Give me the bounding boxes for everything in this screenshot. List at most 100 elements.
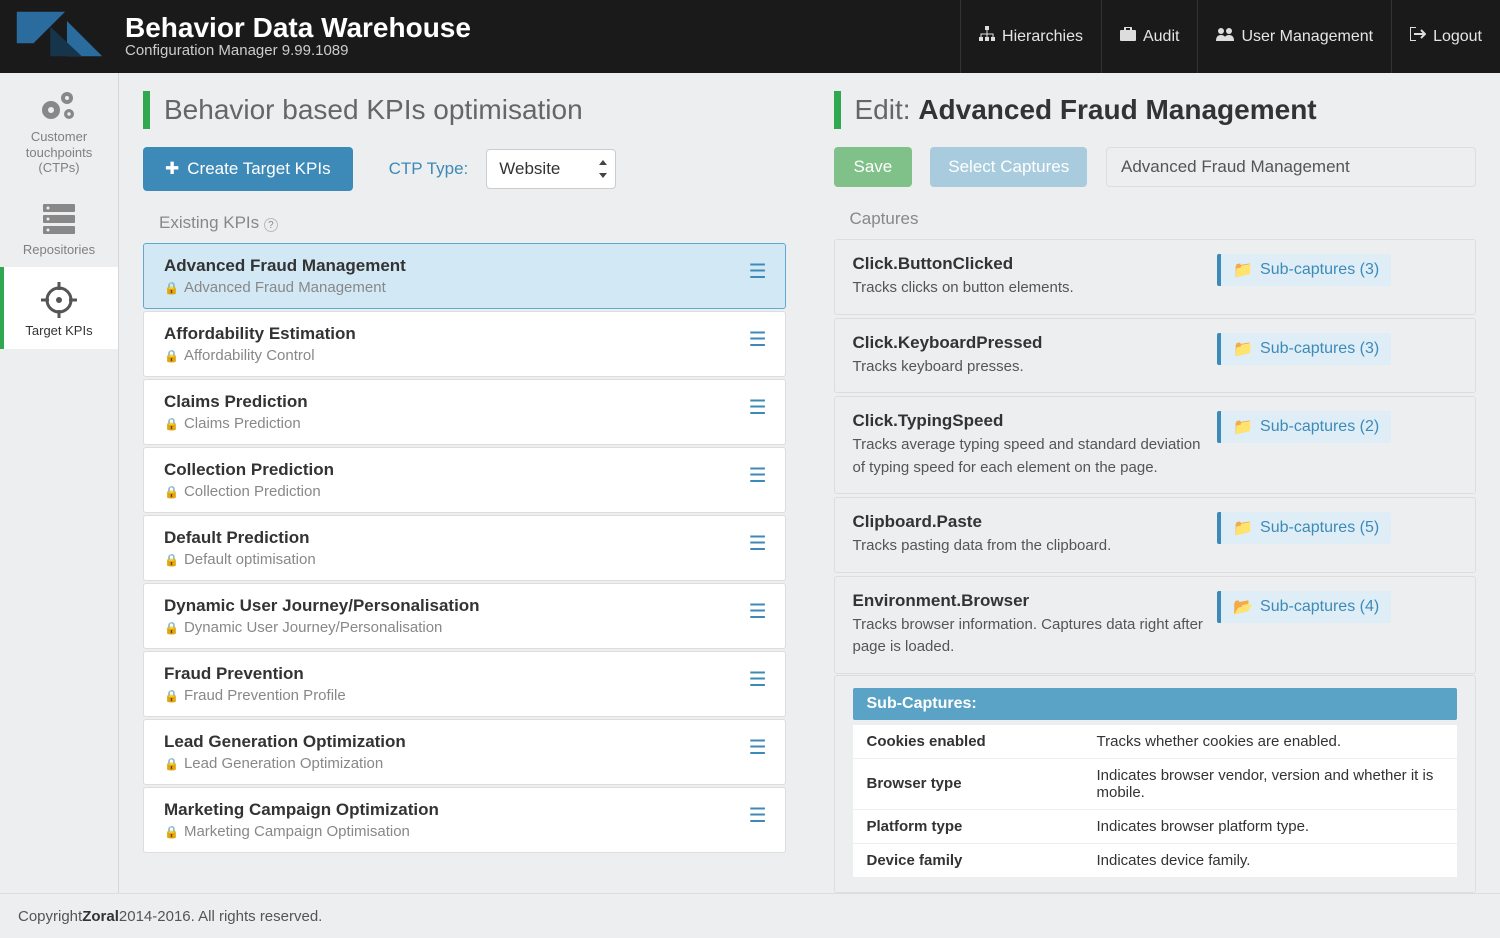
kpi-subtitle: 🔒 Collection Prediction [164,483,749,500]
subcapture-row: Platform typeIndicates browser platform … [853,810,1458,843]
accent-bar [834,91,841,129]
capture-item: Click.ButtonClickedTracks clicks on butt… [834,239,1477,315]
kpi-name: Default Prediction [164,528,749,548]
select-captures-button[interactable]: Select Captures [930,147,1087,187]
nav-user-management[interactable]: User Management [1197,0,1391,73]
lock-icon: 🔒 [164,757,179,771]
kpi-subtitle: 🔒 Fraud Prevention Profile [164,687,749,704]
app-title: Behavior Data Warehouse [125,14,960,42]
subcapture-desc: Indicates device family. [1083,844,1458,877]
subcaptures-button[interactable]: 📁Sub-captures (3) [1217,333,1391,365]
capture-name: Clipboard.Paste [853,512,1204,532]
capture-name: Click.ButtonClicked [853,254,1204,274]
subcapture-desc: Indicates browser vendor, version and wh… [1083,759,1458,809]
menu-icon[interactable]: ☰ [749,392,767,418]
app-header: Behavior Data Warehouse Configuration Ma… [0,0,1500,73]
subcaptures-label: Sub-captures (2) [1260,418,1379,436]
app-title-block: Behavior Data Warehouse Configuration Ma… [125,14,960,59]
logo-icon [12,8,107,60]
subcaptures-panel: Sub-Captures: Cookies enabledTracks wheth… [834,675,1477,893]
menu-icon[interactable]: ☰ [749,324,767,350]
menu-icon[interactable]: ☰ [749,460,767,486]
menu-icon[interactable]: ☰ [749,528,767,554]
button-label: Create Target KPIs [187,159,330,179]
capture-item: Clipboard.Paste Tracks pasting data from … [834,497,1477,573]
kpi-name: Fraud Prevention [164,664,749,684]
kpi-item[interactable]: Default Prediction🔒 Default optimisation… [143,515,786,581]
sidebar: Customer touchpoints (CTPs) Repositories… [0,73,119,893]
kpi-list-pane: Behavior based KPIs optimisation ✚ Creat… [119,73,810,893]
kpi-name: Advanced Fraud Management [164,256,749,276]
capture-name: Click.TypingSpeed [853,411,1204,431]
kpi-item[interactable]: Claims Prediction 🔒 Claims Prediction☰ [143,379,786,445]
subcapture-name: Device family [853,844,1083,877]
kpi-item[interactable]: Fraud Prevention 🔒 Fraud Prevention Profi… [143,651,786,717]
help-icon[interactable]: ? [264,218,278,232]
kpi-name: Claims Prediction [164,392,749,412]
nav-audit[interactable]: Audit [1101,0,1197,73]
menu-icon[interactable]: ☰ [749,800,767,826]
kpi-subtitle: 🔒 Claims Prediction [164,415,749,432]
nav-label: Audit [1143,28,1179,46]
lock-icon: 🔒 [164,689,179,703]
nav-label: Hierarchies [1002,28,1083,46]
captures-list: Click.ButtonClickedTracks clicks on butt… [834,239,1477,893]
capture-item: Click.KeyboardPressedTracks keyboard pre… [834,318,1477,394]
server-icon [6,200,112,238]
capture-desc: Tracks pasting data from the clipboard. [853,535,1204,558]
kpi-item[interactable]: Collection Prediction🔒 Collection Predic… [143,447,786,513]
menu-icon[interactable]: ☰ [749,664,767,690]
menu-icon[interactable]: ☰ [749,596,767,622]
kpi-subtitle: 🔒 Dynamic User Journey/Personalisation [164,619,749,636]
subcaptures-button[interactable]: 📁Sub-captures (3) [1217,254,1391,286]
select-value: Website [499,159,560,178]
ctp-type-select[interactable]: Website [486,149,616,189]
kpi-item[interactable]: Marketing Campaign Optimization🔒 Marketi… [143,787,786,853]
gears-icon [6,87,112,125]
briefcase-icon [1120,27,1136,46]
subcaptures-header: Sub-Captures: [853,688,1458,720]
kpi-name: Dynamic User Journey/Personalisation [164,596,749,616]
plus-icon: ✚ [165,159,179,179]
captures-label: Captures [834,209,1477,229]
subcaptures-button[interactable]: 📁Sub-captures (5) [1217,512,1391,544]
menu-icon[interactable]: ☰ [749,256,767,282]
capture-desc: Tracks average typing speed and standard… [853,434,1204,479]
folder-icon: 📁 [1233,339,1253,359]
app-subtitle: Configuration Manager 9.99.1089 [125,42,960,59]
footer: Copyright Zoral 2014-2016. All rights re… [0,893,1500,938]
kpi-item[interactable]: Lead Generation Optimization🔒 Lead Gener… [143,719,786,785]
menu-icon[interactable]: ☰ [749,732,767,758]
subcapture-row: Device familyIndicates device family. [853,844,1458,877]
sidebar-item-ctps[interactable]: Customer touchpoints (CTPs) [0,73,118,186]
subcapture-name: Cookies enabled [853,725,1083,758]
capture-item: Environment.BrowserTracks browser inform… [834,576,1477,674]
nav-hierarchies[interactable]: Hierarchies [960,0,1101,73]
lock-icon: 🔒 [164,349,179,363]
kpi-list: Advanced Fraud Management 🔒 Advanced Frau… [143,243,786,853]
capture-item: Click.TypingSpeed Tracks average typing s… [834,396,1477,494]
kpi-name: Affordability Estimation [164,324,749,344]
kpi-item[interactable]: Affordability Estimation🔒 Affordability … [143,311,786,377]
subcapture-name: Platform type [853,810,1083,843]
nav-logout[interactable]: Logout [1391,0,1500,73]
lock-icon: 🔒 [164,553,179,567]
kpi-subtitle: 🔒 Advanced Fraud Management [164,279,749,296]
accent-bar [143,91,150,129]
subcaptures-table: Cookies enabledTracks whether cookies ar… [853,724,1458,878]
folder-icon: 📂 [1233,597,1253,617]
kpi-name-input[interactable] [1106,147,1476,187]
main: Behavior based KPIs optimisation ✚ Creat… [119,73,1500,893]
subcapture-desc: Tracks whether cookies are enabled. [1083,725,1458,758]
subcaptures-button[interactable]: 📁Sub-captures (2) [1217,411,1391,443]
lock-icon: 🔒 [164,621,179,635]
sidebar-item-repositories[interactable]: Repositories [0,186,118,268]
kpi-item[interactable]: Dynamic User Journey/Personalisation 🔒 Dy… [143,583,786,649]
edit-pane: Edit: Advanced Fraud Management Save Sel… [810,73,1500,893]
save-button[interactable]: Save [834,147,913,187]
kpi-item[interactable]: Advanced Fraud Management 🔒 Advanced Frau… [143,243,786,309]
subcaptures-button[interactable]: 📂Sub-captures (4) [1217,591,1391,623]
sidebar-item-target-kpis[interactable]: Target KPIs [0,267,118,349]
logo [12,8,107,65]
create-kpi-button[interactable]: ✚ Create Target KPIs [143,147,353,191]
